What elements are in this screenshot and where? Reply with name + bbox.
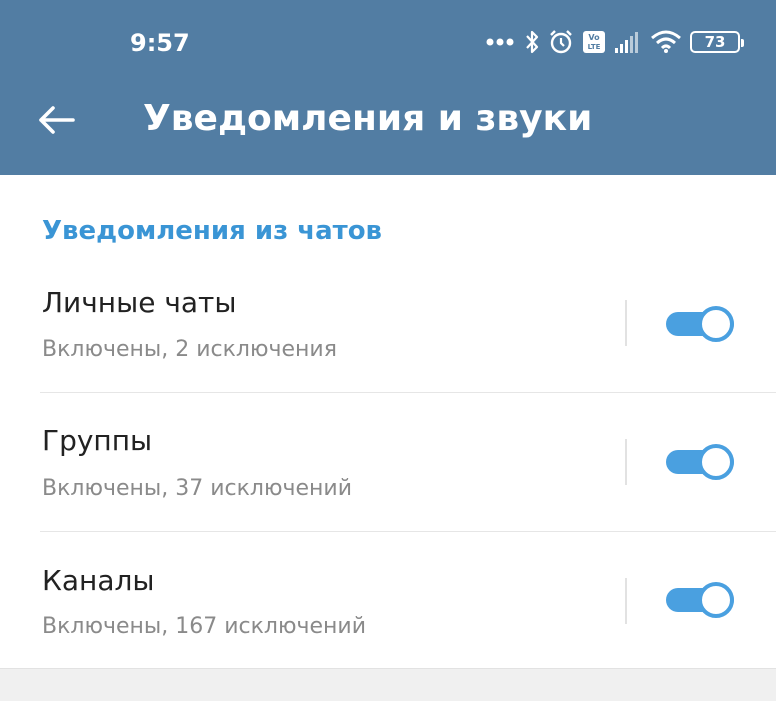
divider: [40, 392, 776, 393]
list-item-title: Личные чаты: [42, 286, 237, 319]
row-divider: [625, 439, 627, 485]
list-item-subtitle: Включены, 2 исключения: [42, 337, 337, 362]
more-dots-icon: [486, 38, 514, 46]
toggle-knob: [698, 444, 734, 480]
groups-toggle[interactable]: [666, 442, 734, 482]
list-item-subtitle: Включены, 167 исключений: [42, 614, 366, 639]
row-divider: [625, 578, 627, 624]
wifi-icon: [651, 30, 681, 53]
app-bar: 9:57 Vo LTE 73 Уведомления и звуки: [0, 0, 776, 175]
volte-icon: VoLTE: [583, 31, 605, 53]
battery-icon: 73: [690, 31, 744, 53]
svg-text:LTE: LTE: [588, 43, 601, 51]
toggle-knob: [698, 306, 734, 342]
list-item-private-chats[interactable]: Личные чаты Включены, 2 исключения: [0, 286, 776, 424]
signal-icon: [615, 32, 638, 53]
channels-toggle[interactable]: [666, 580, 734, 620]
list-item-subtitle: Включены, 37 исключений: [42, 476, 352, 501]
section-separator: [0, 668, 776, 701]
row-divider: [625, 300, 627, 346]
status-time: 9:57: [130, 29, 190, 57]
alarm-icon: [550, 30, 572, 54]
divider: [40, 531, 776, 532]
arrow-left-icon: [39, 106, 75, 134]
list-item-title: Каналы: [42, 564, 155, 597]
toggle-knob: [698, 582, 734, 618]
list-item-groups[interactable]: Группы Включены, 37 исключений: [0, 424, 776, 562]
private-chats-toggle[interactable]: [666, 304, 734, 344]
list-item-title: Группы: [42, 424, 153, 457]
bluetooth-icon: [526, 30, 539, 54]
page-title: Уведомления и звуки: [143, 98, 593, 139]
section-header: Уведомления из чатов: [42, 216, 383, 246]
svg-text:Vo: Vo: [588, 33, 600, 42]
status-icons: Vo LTE 73: [486, 26, 744, 58]
back-button[interactable]: [34, 100, 78, 140]
